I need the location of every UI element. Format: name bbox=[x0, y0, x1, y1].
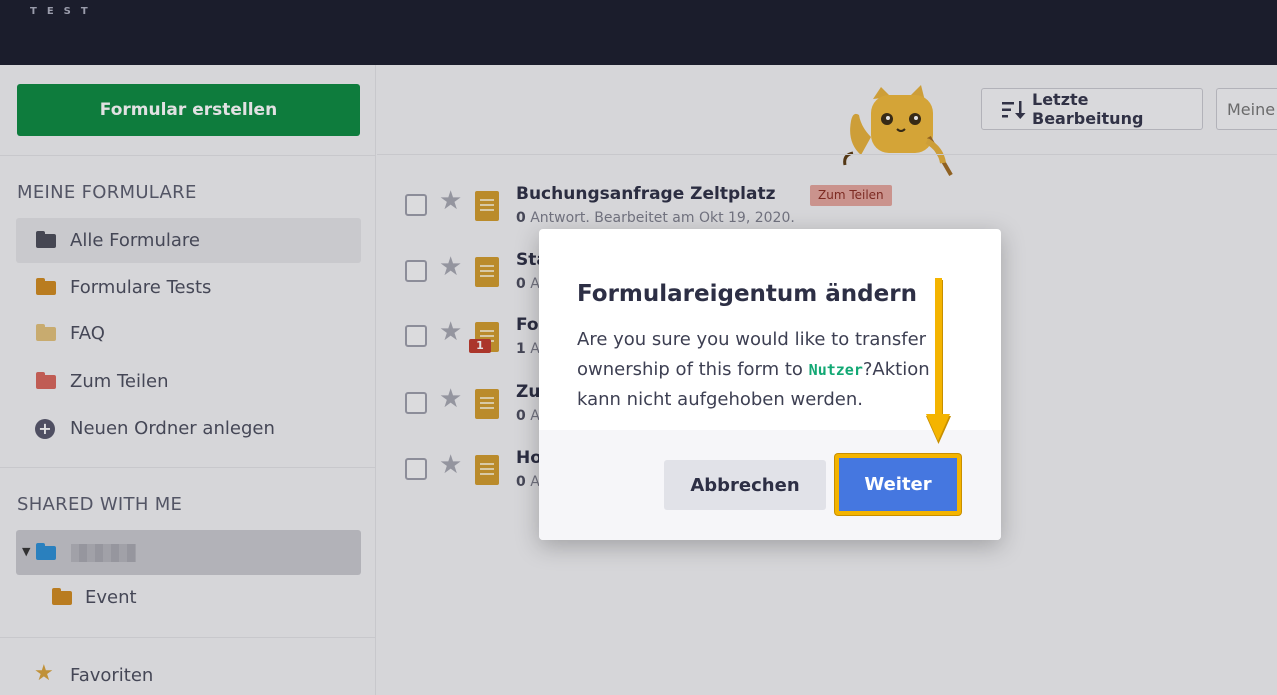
app-logo[interactable]: TEST bbox=[30, 6, 98, 17]
annotation-arrow-icon bbox=[926, 278, 951, 444]
confirm-button[interactable]: Weiter bbox=[835, 454, 961, 515]
dialog-footer: Abbrechen Weiter bbox=[539, 430, 1001, 540]
top-bar: TEST bbox=[0, 0, 1277, 65]
target-user-name: Nutzer bbox=[808, 361, 863, 379]
dialog-message: Are you sure you would like to transfer … bbox=[577, 325, 957, 415]
dialog-title: Formulareigentum ändern bbox=[577, 281, 917, 307]
cancel-button[interactable]: Abbrechen bbox=[664, 460, 826, 510]
